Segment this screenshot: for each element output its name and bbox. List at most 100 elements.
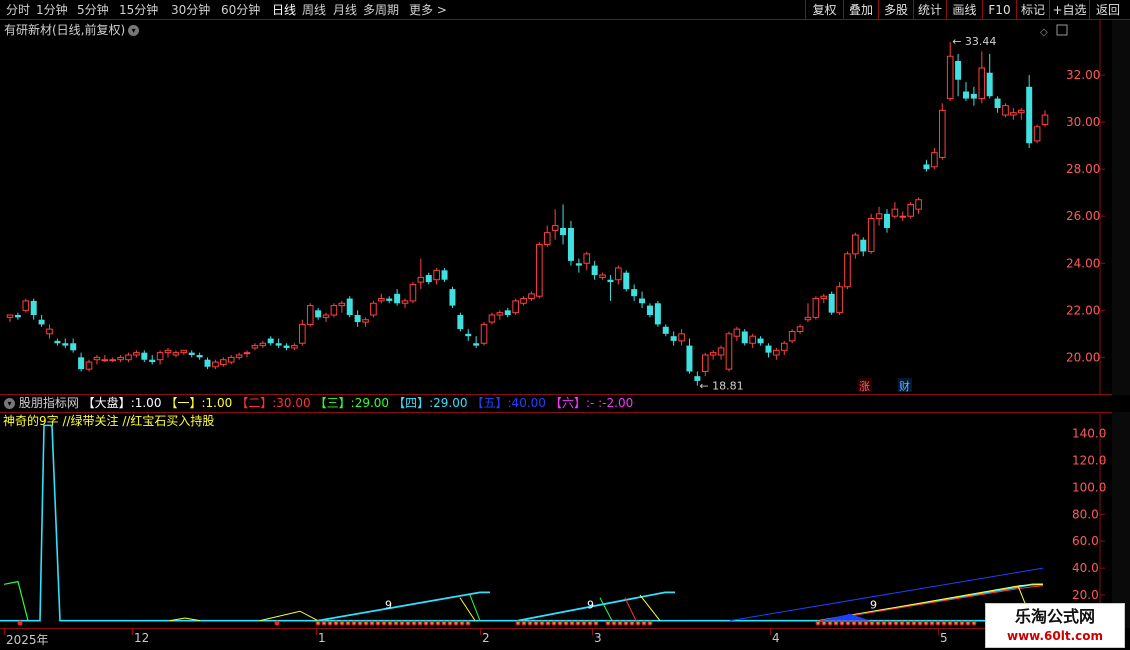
low-price-label: ← 18.81 [699,379,743,392]
gem-dot-core [955,622,957,624]
gem-dot-core [883,622,885,624]
indicator-chart[interactable]: 140.0 120.0 100.0 80.0 60.0 40.0 20.0 9 9 9 [0,412,1130,628]
price-tick-label: 32.00 [1066,68,1100,82]
price-tick-label: 28.00 [1066,162,1100,176]
price-tick-label: 24.00 [1066,256,1100,270]
gem-dot-core [919,622,921,624]
candle-body [970,93,977,99]
back-button[interactable]: 返回 [1089,0,1126,20]
candle-body [812,298,820,318]
gem-dot-core [383,622,385,624]
period-multi[interactable]: 多周期 [363,2,399,18]
candle-body [1041,114,1049,125]
indicator-param-value: :40.00 [507,396,546,410]
indicator-param-value: :1.00 [201,396,233,410]
period-more[interactable]: 更多 > [409,2,447,18]
gem-dot-core [949,622,951,624]
candle-body [978,67,986,100]
candle-body [662,326,669,334]
chevron-down-icon[interactable]: ▾ [128,25,140,36]
indicator-tick-label: 140.0 [1072,426,1106,440]
gem-dot-core [847,622,849,624]
indicator-param-label: 【二】 [236,396,273,410]
candle-body [520,298,527,304]
candle-body [78,357,85,370]
period-60min[interactable]: 60分钟 [221,2,260,18]
gem-dot-core [461,622,463,624]
candle-body [54,340,61,344]
candle-body [701,354,709,372]
candle-body [409,283,417,302]
gem-dot-core [931,622,933,624]
gem-dot-core [541,622,543,624]
fuquan-button[interactable]: 复权 [805,0,843,20]
mark-button[interactable]: 标记 [1016,0,1049,20]
candle-body [227,356,235,363]
gem-dot-core [347,622,349,624]
gem-dot-core [913,622,915,624]
candle-body [955,60,962,80]
date-label: 3 [594,631,602,645]
gem-dot-core [907,622,909,624]
candle-body [1033,126,1041,142]
gem-dot-core [553,622,555,624]
candle-body [243,352,251,355]
gem-dot [274,620,280,626]
draw-line-button[interactable]: 画线 [946,0,982,20]
gem-dot-core [571,622,573,624]
candle-body [883,213,890,228]
candle-body [717,347,725,356]
overlay-button[interactable]: 叠加 [843,0,878,20]
indicator-line-green [599,597,613,621]
candle-body [378,298,385,302]
add-watchlist-button[interactable]: +自选 [1049,0,1089,20]
candle-body [38,319,45,325]
candle-body [860,239,867,252]
candle-body [480,323,488,344]
f10-button[interactable]: F10 [982,0,1016,20]
period-5min[interactable]: 5分钟 [77,2,109,18]
candle-body [322,314,330,318]
date-tick [770,629,771,635]
candle-body [251,345,259,349]
candle-body [267,338,274,344]
candle-body [891,208,899,217]
multi-stock-button[interactable]: 多股 [878,0,913,20]
candle-body [204,359,211,367]
candle-body [465,333,472,337]
watermark-title: 乐淘公式网 [1014,607,1095,626]
period-weekly[interactable]: 周线 [302,2,326,18]
candle-body [623,272,630,290]
candle-body [749,335,756,344]
indicator-param-value: :1.00 [130,396,162,410]
gem-dot-core [377,622,379,624]
period-monthly[interactable]: 月线 [333,2,357,18]
period-fenshi[interactable]: 分时 [6,2,30,18]
period-15min[interactable]: 15分钟 [119,2,158,18]
price-chart[interactable]: 32.00 30.00 28.00 26.00 24.00 22.00 20.00 ← 33.… [0,20,1130,395]
gem-dot-core [937,622,939,624]
period-1min[interactable]: 1分钟 [36,2,68,18]
candle-body [788,330,796,342]
date-tick [480,629,481,635]
candle-body [315,310,322,318]
indicator-param-label: 【三】 [314,396,351,410]
period-30min[interactable]: 30分钟 [171,2,210,18]
gem-dot-core [583,622,585,624]
gem-dot-core [829,622,831,624]
gem-dot-core [547,622,549,624]
period-daily[interactable]: 日线 [272,2,296,18]
stats-button[interactable]: 统计 [913,0,946,20]
indicator-params: 【大盘】:1.00 【一】:1.00 【二】:30.00 【三】:29.00 【四】:2… [83,396,638,410]
candle-body [62,343,69,346]
stock-title: 有研新材(日线,前复权) ▾ [4,22,140,38]
digit-nine-mark: 9 [870,599,877,612]
candle-body [70,343,77,351]
candle-body [1026,86,1033,144]
chevron-down-icon[interactable]: ▾ [4,398,15,409]
candle-body [370,302,377,316]
candle-body [931,152,938,168]
candle-body [235,354,243,358]
gem-dot-core [407,622,409,624]
candle-body [14,315,21,318]
